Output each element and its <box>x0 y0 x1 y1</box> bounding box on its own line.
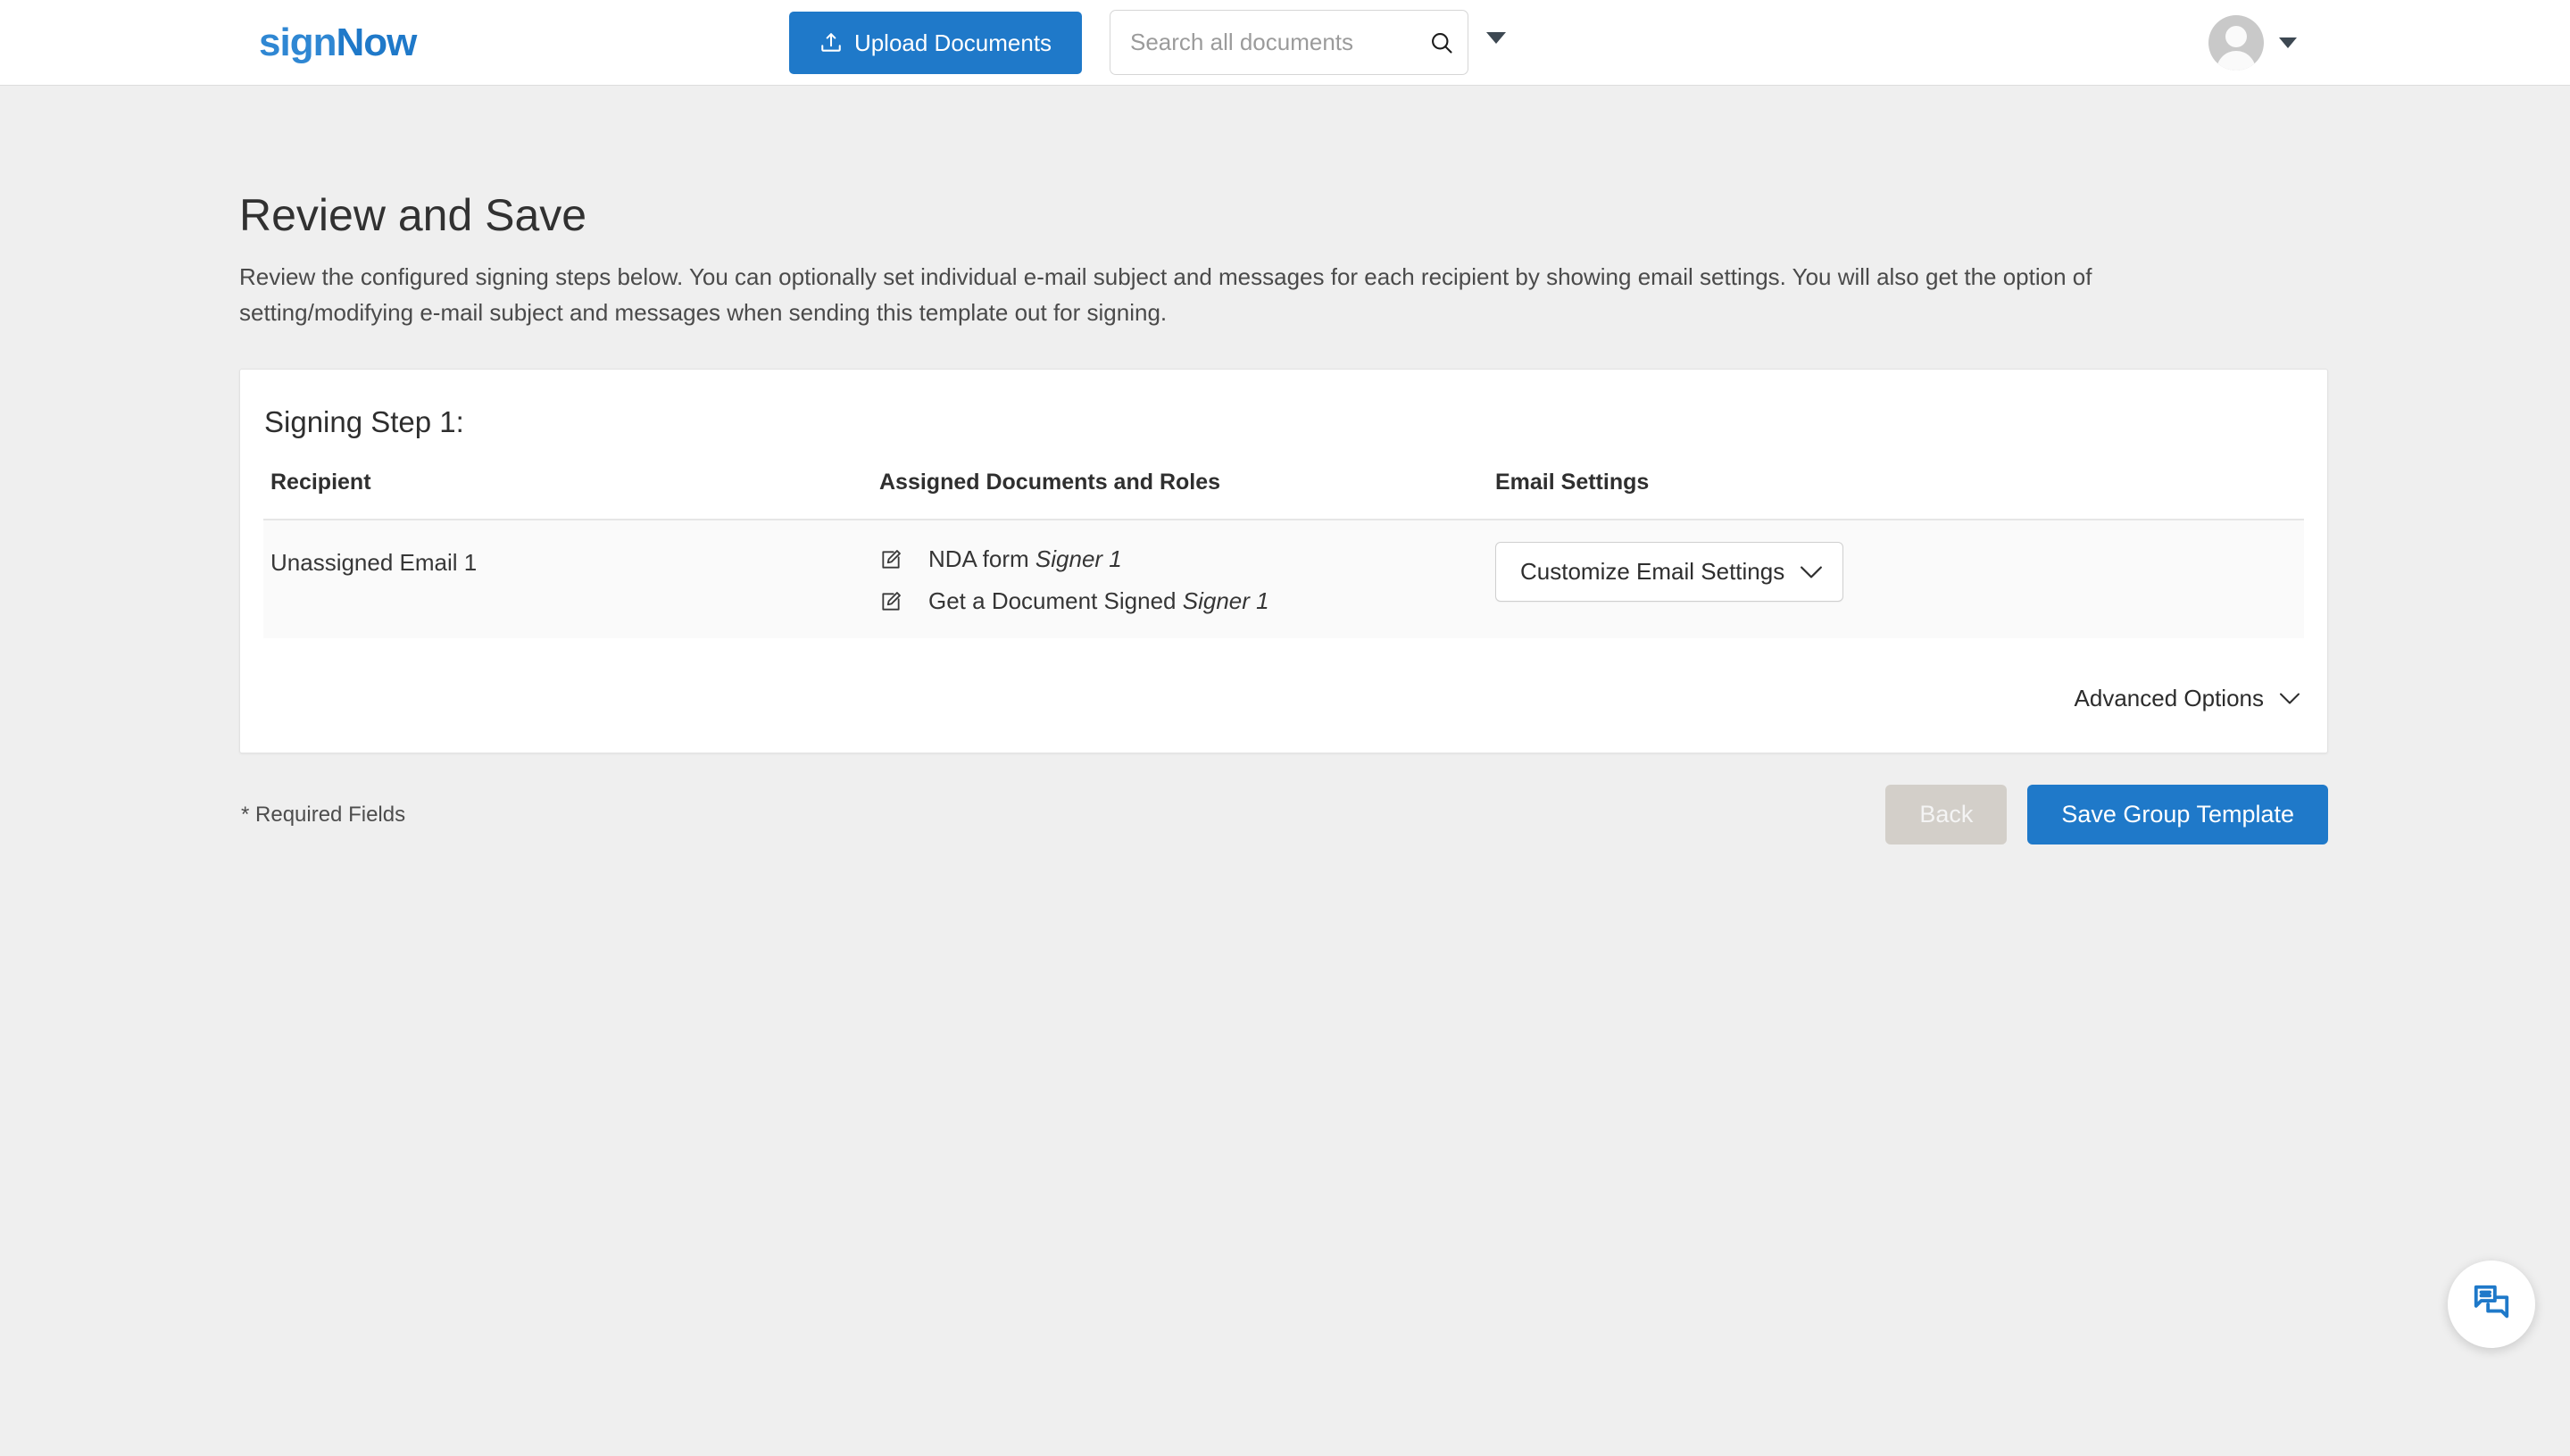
signnow-logo[interactable]: signNow <box>259 23 416 62</box>
chevron-down-icon <box>2279 692 2300 705</box>
cell-recipient: Unassigned Email 1 <box>263 520 879 638</box>
search-filter-dropdown-caret-icon[interactable] <box>1486 32 1506 44</box>
column-header-recipient: Recipient <box>263 470 879 520</box>
search-box[interactable] <box>1110 10 1468 75</box>
account-caret-down-icon[interactable] <box>2279 37 2297 48</box>
avatar-head <box>2225 26 2247 47</box>
advanced-options-row: Advanced Options <box>263 638 2304 753</box>
save-group-template-button[interactable]: Save Group Template <box>2027 785 2328 844</box>
logo-text-sign: sign <box>259 21 336 64</box>
document-role: Signer 1 <box>1183 587 1269 614</box>
table-row: Unassigned Email 1 NDA form <box>263 520 2304 638</box>
avatar <box>2208 15 2264 71</box>
required-fields-note: * Required Fields <box>239 803 405 828</box>
top-navigation-bar: signNow Upload Documents <box>0 0 2570 86</box>
cell-email-settings: Customize Email Settings <box>1495 520 2304 638</box>
search-icon[interactable] <box>1429 30 1454 55</box>
chat-bubbles-icon <box>2471 1282 2512 1327</box>
advanced-options-toggle[interactable]: Advanced Options <box>2075 685 2300 712</box>
page-footer: * Required Fields Back Save Group Templa… <box>239 785 2328 844</box>
upload-icon <box>819 31 843 54</box>
customize-email-settings-dropdown[interactable]: Customize Email Settings <box>1495 542 1843 602</box>
signing-step-card: Signing Step 1: Recipient Assigned Docum… <box>239 369 2328 753</box>
column-header-email-settings: Email Settings <box>1495 470 2304 520</box>
edit-document-icon[interactable] <box>879 590 904 613</box>
chevron-down-icon <box>1800 565 1823 579</box>
column-header-documents: Assigned Documents and Roles <box>879 470 1495 520</box>
edit-document-icon[interactable] <box>879 548 904 571</box>
page-description: Review the configured signing steps belo… <box>239 260 2185 330</box>
document-name: Get a Document Signed <box>928 587 1177 614</box>
signing-step-title: Signing Step 1: <box>263 370 2304 439</box>
recipients-table: Recipient Assigned Documents and Roles E… <box>263 470 2304 638</box>
avatar-body <box>2217 51 2256 71</box>
customize-email-settings-label: Customize Email Settings <box>1520 558 1784 586</box>
footer-button-group: Back Save Group Template <box>1885 785 2328 844</box>
back-button[interactable]: Back <box>1885 785 2007 844</box>
chat-support-button[interactable] <box>2448 1260 2535 1348</box>
main-content: Review and Save Review the configured si… <box>239 87 2328 844</box>
assigned-document-item[interactable]: NDA form Signer 1 <box>879 542 1495 573</box>
cell-assigned-documents: NDA form Signer 1 <box>879 520 1495 638</box>
advanced-options-label: Advanced Options <box>2075 685 2264 712</box>
upload-documents-label: Upload Documents <box>854 29 1052 57</box>
table-header-row: Recipient Assigned Documents and Roles E… <box>263 470 2304 520</box>
search-input[interactable] <box>1130 29 1429 56</box>
assigned-document-label: Get a Document Signed Signer 1 <box>928 587 1269 615</box>
assigned-document-item[interactable]: Get a Document Signed Signer 1 <box>879 584 1495 615</box>
document-role: Signer 1 <box>1035 545 1122 572</box>
user-account-menu[interactable] <box>2208 15 2297 71</box>
assigned-document-label: NDA form Signer 1 <box>928 545 1122 573</box>
upload-documents-button[interactable]: Upload Documents <box>789 12 1082 74</box>
logo-text-now: Now <box>336 21 416 64</box>
page-title: Review and Save <box>239 191 2328 240</box>
document-name: NDA form <box>928 545 1029 572</box>
